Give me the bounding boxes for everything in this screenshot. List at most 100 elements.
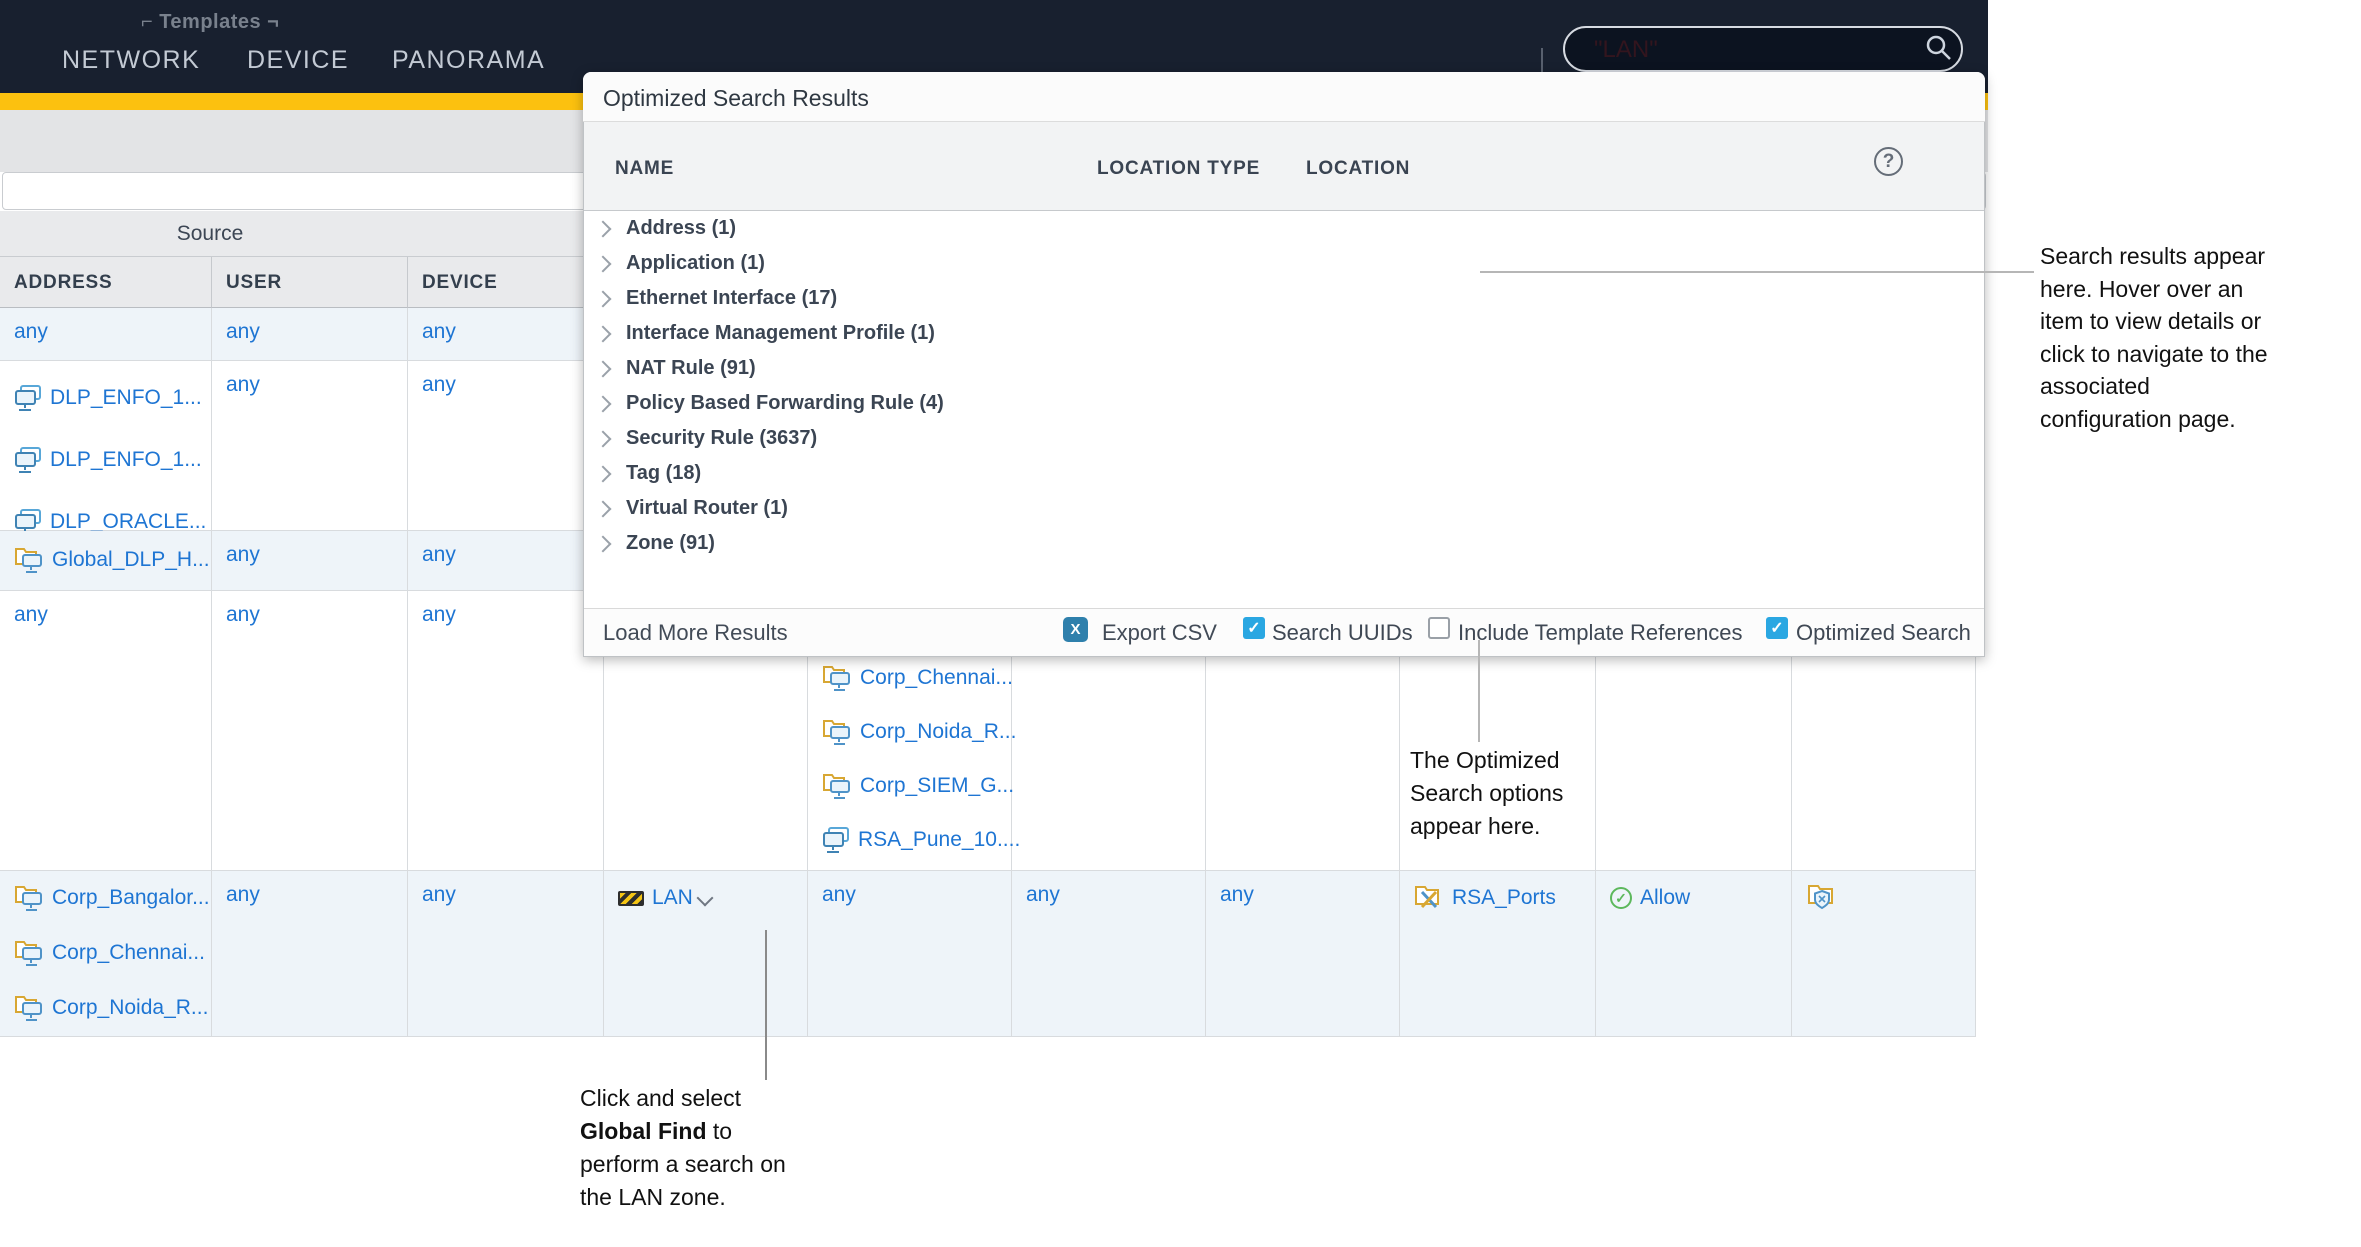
- chevron-right-icon[interactable]: [594, 220, 612, 237]
- address-group-object[interactable]: Corp_SIEM_G...: [822, 771, 1014, 801]
- load-more-results-button[interactable]: Load More Results: [603, 620, 788, 646]
- any-link[interactable]: any: [422, 603, 456, 626]
- cell-profile: [1792, 871, 1976, 1036]
- export-csv-icon[interactable]: X: [1063, 617, 1088, 642]
- search-uuids-label[interactable]: Search UUIDs: [1272, 620, 1413, 646]
- popup-column-location-type[interactable]: LOCATION TYPE: [1097, 158, 1260, 180]
- tree-item-address[interactable]: Address (1): [594, 211, 736, 246]
- search-uuids-checkbox[interactable]: ✓: [1243, 617, 1265, 639]
- chevron-right-icon[interactable]: [594, 500, 612, 517]
- chevron-right-icon[interactable]: [594, 360, 612, 377]
- popup-column-name[interactable]: NAME: [615, 158, 674, 180]
- address-object-icon: [14, 384, 42, 412]
- chevron-right-icon[interactable]: [594, 430, 612, 447]
- address-group-icon: [822, 772, 852, 801]
- allow-icon: ✓: [1610, 887, 1632, 909]
- any-link[interactable]: any: [422, 373, 456, 396]
- chevron-down-icon[interactable]: [696, 889, 714, 907]
- address-link[interactable]: Corp_Chennai...: [860, 666, 1013, 690]
- address-group-object[interactable]: Corp_Noida_R...: [822, 717, 1016, 747]
- templates-context-label: ⌐ Templates ¬: [135, 11, 285, 34]
- address-group-object[interactable]: Corp_Chennai...: [822, 663, 1013, 693]
- popup-column-location[interactable]: LOCATION: [1306, 158, 1410, 180]
- any-link[interactable]: any: [226, 373, 260, 396]
- any-link[interactable]: any: [226, 320, 260, 343]
- zone-object[interactable]: LAN: [618, 883, 807, 913]
- service-link[interactable]: RSA_Ports: [1452, 886, 1556, 910]
- zone-link[interactable]: LAN: [652, 886, 693, 910]
- address-link[interactable]: Corp_Chennai...: [52, 941, 205, 965]
- optimized-search-checkbox[interactable]: ✓: [1766, 617, 1788, 639]
- address-group-object[interactable]: Global_DLP_H...: [14, 545, 211, 575]
- tab-device[interactable]: DEVICE: [247, 46, 349, 75]
- address-link[interactable]: Corp_Noida_R...: [52, 996, 208, 1020]
- address-object[interactable]: DLP_ENFO_1...: [14, 445, 211, 475]
- address-object[interactable]: DLP_ENFO_1...: [14, 383, 211, 413]
- address-link[interactable]: Global_DLP_H...: [52, 548, 210, 572]
- address-link[interactable]: Corp_SIEM_G...: [860, 774, 1014, 798]
- address-link[interactable]: RSA_Pune_10....: [858, 828, 1020, 852]
- address-link[interactable]: DLP_ENFO_1...: [50, 386, 202, 410]
- chevron-right-icon[interactable]: [594, 325, 612, 342]
- chevron-right-icon[interactable]: [594, 290, 612, 307]
- include-template-references-checkbox[interactable]: [1428, 617, 1450, 639]
- address-group-object[interactable]: Corp_Noida_R...: [14, 993, 211, 1023]
- any-link[interactable]: any: [422, 883, 456, 906]
- tree-item-policy-based-forwarding-rule[interactable]: Policy Based Forwarding Rule (4): [594, 386, 944, 421]
- tree-item-application[interactable]: Application (1): [594, 246, 765, 281]
- cell-src-user: any: [212, 591, 408, 870]
- global-search-value: "LAN": [1594, 36, 1658, 63]
- chevron-right-icon[interactable]: [594, 395, 612, 412]
- tree-item-ethernet-interface[interactable]: Ethernet Interface (17): [594, 281, 837, 316]
- chevron-right-icon[interactable]: [594, 465, 612, 482]
- table-row[interactable]: Corp_Bangalor... Corp_Chennai... Corp_No…: [0, 871, 1976, 1037]
- column-header-user[interactable]: USER: [212, 257, 408, 308]
- chevron-right-icon[interactable]: [594, 255, 612, 272]
- address-link[interactable]: DLP_ENFO_1...: [50, 448, 202, 472]
- tree-item-zone[interactable]: Zone (91): [594, 526, 715, 561]
- cell-application: any: [1206, 871, 1400, 1036]
- any-link[interactable]: any: [422, 543, 456, 566]
- profile-group-object[interactable]: [1806, 883, 1975, 913]
- cell-src-user: any: [212, 361, 408, 530]
- action-link[interactable]: Allow: [1640, 886, 1690, 910]
- optimized-search-label[interactable]: Optimized Search: [1796, 620, 1971, 646]
- chevron-right-icon[interactable]: [594, 535, 612, 552]
- callout-line-right: [1480, 271, 2034, 273]
- tree-item-tag[interactable]: Tag (18): [594, 456, 701, 491]
- export-csv-button[interactable]: Export CSV: [1102, 620, 1217, 646]
- address-object-icon: [14, 446, 42, 474]
- tab-panorama[interactable]: PANORAMA: [392, 46, 545, 75]
- any-link[interactable]: any: [226, 603, 260, 626]
- search-icon[interactable]: [1925, 34, 1953, 62]
- address-group-object[interactable]: Corp_Bangalor...: [14, 883, 211, 913]
- address-group-object[interactable]: Corp_Chennai...: [14, 938, 211, 968]
- column-header-address[interactable]: ADDRESS: [0, 257, 212, 308]
- address-link[interactable]: Corp_Bangalor...: [52, 886, 210, 910]
- any-link[interactable]: any: [422, 320, 456, 343]
- any-link[interactable]: any: [14, 320, 48, 343]
- cell-src-address: any: [0, 591, 212, 870]
- tab-network[interactable]: NETWORK: [62, 46, 200, 75]
- any-link[interactable]: any: [822, 883, 856, 906]
- action-object[interactable]: ✓ Allow: [1610, 883, 1791, 913]
- address-object[interactable]: RSA_Pune_10....: [822, 825, 1020, 855]
- tree-item-nat-rule[interactable]: NAT Rule (91): [594, 351, 756, 386]
- any-link[interactable]: any: [226, 883, 260, 906]
- tree-item-security-rule[interactable]: Security Rule (3637): [594, 421, 817, 456]
- cell-src-device: any: [408, 591, 604, 870]
- tree-item-virtual-router[interactable]: Virtual Router (1): [594, 491, 788, 526]
- any-link[interactable]: any: [1220, 883, 1254, 906]
- bracket-right: ¬: [267, 11, 280, 33]
- any-link[interactable]: any: [14, 603, 48, 626]
- address-link[interactable]: Corp_Noida_R...: [860, 720, 1016, 744]
- any-link[interactable]: any: [226, 543, 260, 566]
- cell-src-user: any: [212, 871, 408, 1036]
- include-template-references-label[interactable]: Include Template References: [1458, 620, 1743, 646]
- cell-src-address: Corp_Bangalor... Corp_Chennai... Corp_No…: [0, 871, 212, 1036]
- cell-src-user: any: [212, 531, 408, 590]
- service-group-object[interactable]: RSA_Ports: [1414, 883, 1595, 913]
- any-link[interactable]: any: [1026, 883, 1060, 906]
- tree-item-interface-management-profile[interactable]: Interface Management Profile (1): [594, 316, 935, 351]
- help-icon[interactable]: ?: [1874, 147, 1903, 176]
